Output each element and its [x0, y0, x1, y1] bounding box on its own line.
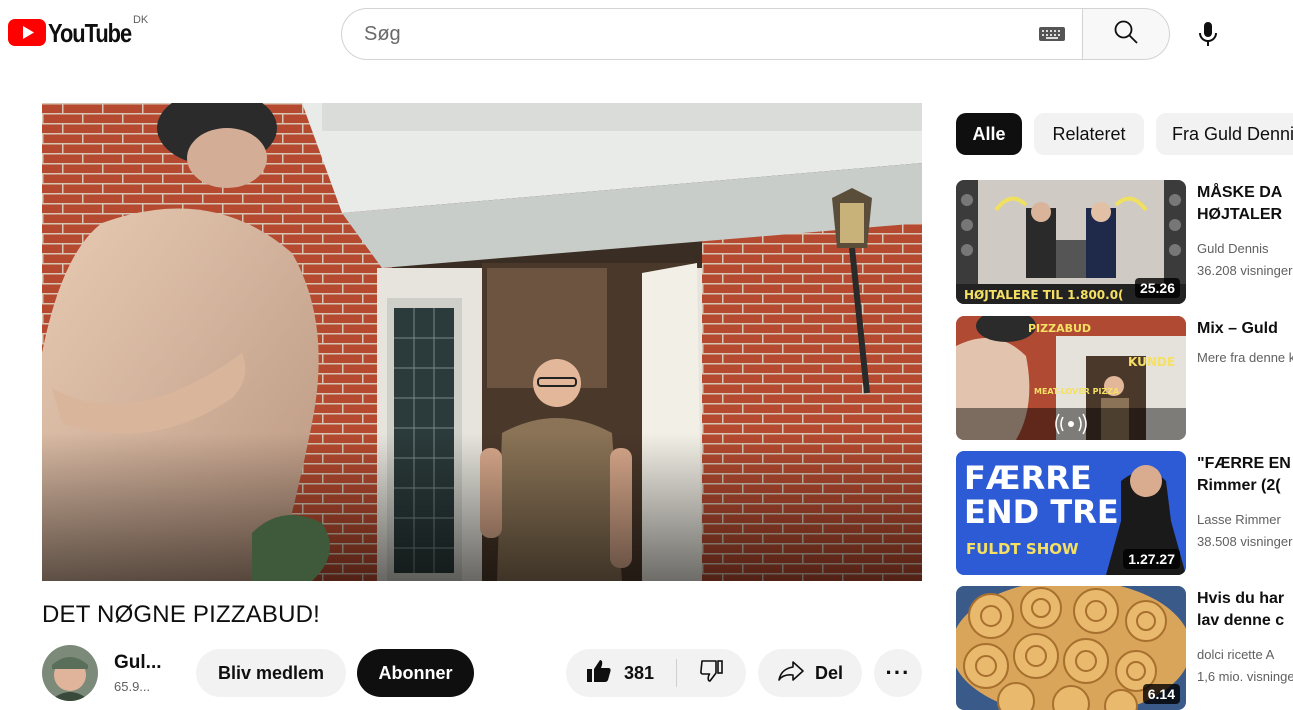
youtube-logo[interactable]: YouTube DK [8, 14, 148, 48]
search-input[interactable] [364, 22, 1036, 46]
channel-info: Gul... 65.9... [114, 651, 174, 696]
video-title: DET NØGNE PIZZABUD! [42, 601, 321, 628]
search-bar [341, 8, 1170, 60]
chip-from-channel[interactable]: Fra Guld Dennis [1156, 113, 1293, 155]
related-thumbnail[interactable]: HØJTALERE TIL 1.800.0( 25.26 [956, 180, 1186, 304]
thumbnail-caption: FÆRRE [964, 459, 1092, 497]
video-frame [42, 103, 922, 581]
related-channel[interactable]: Lasse Rimmer [1197, 512, 1281, 527]
title-line: Hvis du har [1197, 590, 1285, 607]
related-title[interactable]: MÅSKE DA HØJTALER [1197, 182, 1293, 226]
title-line: Mix – Guld [1197, 320, 1278, 337]
like-button[interactable]: 381 [566, 649, 676, 697]
search-box [341, 8, 1082, 60]
thumbnail-caption: END TRE [964, 493, 1119, 531]
thumbnail-caption: KUNDE [1128, 355, 1175, 369]
related-mix[interactable]: PIZZABUD KUNDE MEAT-LOVER PIZZA Mix – Gu… [956, 316, 1293, 442]
related-thumbnail[interactable]: PIZZABUD KUNDE MEAT-LOVER PIZZA [956, 316, 1186, 440]
search-button[interactable] [1082, 8, 1170, 60]
video-duration: 25.26 [1134, 278, 1180, 298]
related-thumbnail[interactable]: 6.14 [956, 586, 1186, 710]
more-actions-button[interactable]: ··· [874, 649, 922, 697]
share-button[interactable]: Del [758, 649, 862, 697]
related-views: 1,6 mio. visninger [1197, 669, 1293, 684]
related-views: 38.508 visninger [1197, 534, 1293, 549]
search-icon [1113, 19, 1139, 50]
title-line: "FÆRRE EN [1197, 455, 1291, 472]
voice-search-button[interactable] [1186, 14, 1230, 58]
related-channel[interactable]: Mere fra denne kanal [1197, 350, 1293, 365]
chip-related[interactable]: Relateret [1034, 113, 1144, 155]
thumbnail-caption: HØJTALERE TIL 1.800.0( [964, 288, 1124, 302]
thumbnail-caption: FULDT SHOW [966, 540, 1079, 558]
related-title[interactable]: "FÆRRE EN Rimmer (2( [1197, 453, 1293, 497]
related-channel[interactable]: dolci ricette A [1197, 647, 1274, 662]
country-code: DK [132, 14, 149, 26]
chip-all[interactable]: Alle [956, 113, 1022, 155]
title-line: Rimmer (2( [1197, 477, 1281, 494]
keyboard-icon[interactable] [1036, 22, 1068, 46]
share-label: Del [814, 662, 843, 683]
like-count: 381 [624, 662, 655, 683]
thumbs-up-icon [586, 659, 612, 688]
microphone-icon [1197, 21, 1219, 52]
video-duration: 1.27.27 [1123, 549, 1180, 569]
youtube-play-icon [8, 19, 46, 46]
subscribe-button[interactable]: Abonner [357, 649, 474, 697]
related-title[interactable]: Mix – Guld [1197, 318, 1293, 340]
video-duration: 6.14 [1142, 684, 1180, 704]
share-icon [777, 660, 805, 687]
related-video[interactable]: FÆRRE END TRE FULDT SHOW 1.27.27 "FÆRRE … [956, 451, 1293, 577]
title-line: MÅSKE DA [1197, 184, 1283, 201]
thumbnail-caption: MEAT-LOVER PIZZA [1034, 387, 1120, 396]
related-views: 36.208 visninger [1197, 263, 1293, 278]
subscriber-count: 65.9... [114, 678, 151, 694]
page: YouTube DK Søg DET NØGNE PIZZABUD! Gul..… [0, 0, 1293, 710]
related-title[interactable]: Hvis du har lav denne c [1197, 588, 1293, 632]
thumbnail-caption: PIZZABUD [1028, 322, 1091, 335]
logo-wordmark: YouTube [48, 18, 132, 48]
dislike-button[interactable] [677, 649, 746, 697]
like-dislike-group: 381 [566, 649, 746, 697]
thumbs-down-icon [699, 659, 725, 688]
related-video[interactable]: HØJTALERE TIL 1.800.0( 25.26 MÅSKE DA HØ… [956, 180, 1293, 306]
channel-owner: Gul... 65.9... [42, 645, 174, 701]
related-channel[interactable]: Guld Dennis [1197, 241, 1269, 256]
title-line: lav denne c [1197, 612, 1285, 629]
related-thumbnail[interactable]: FÆRRE END TRE FULDT SHOW 1.27.27 [956, 451, 1186, 575]
channel-name[interactable]: Gul... [114, 651, 174, 675]
related-video[interactable]: 6.14 Hvis du har lav denne c dolci ricet… [956, 586, 1293, 710]
channel-avatar[interactable] [42, 645, 98, 701]
title-line: HØJTALER [1197, 206, 1283, 223]
video-player[interactable] [42, 103, 922, 581]
join-button[interactable]: Bliv medlem [196, 649, 346, 697]
